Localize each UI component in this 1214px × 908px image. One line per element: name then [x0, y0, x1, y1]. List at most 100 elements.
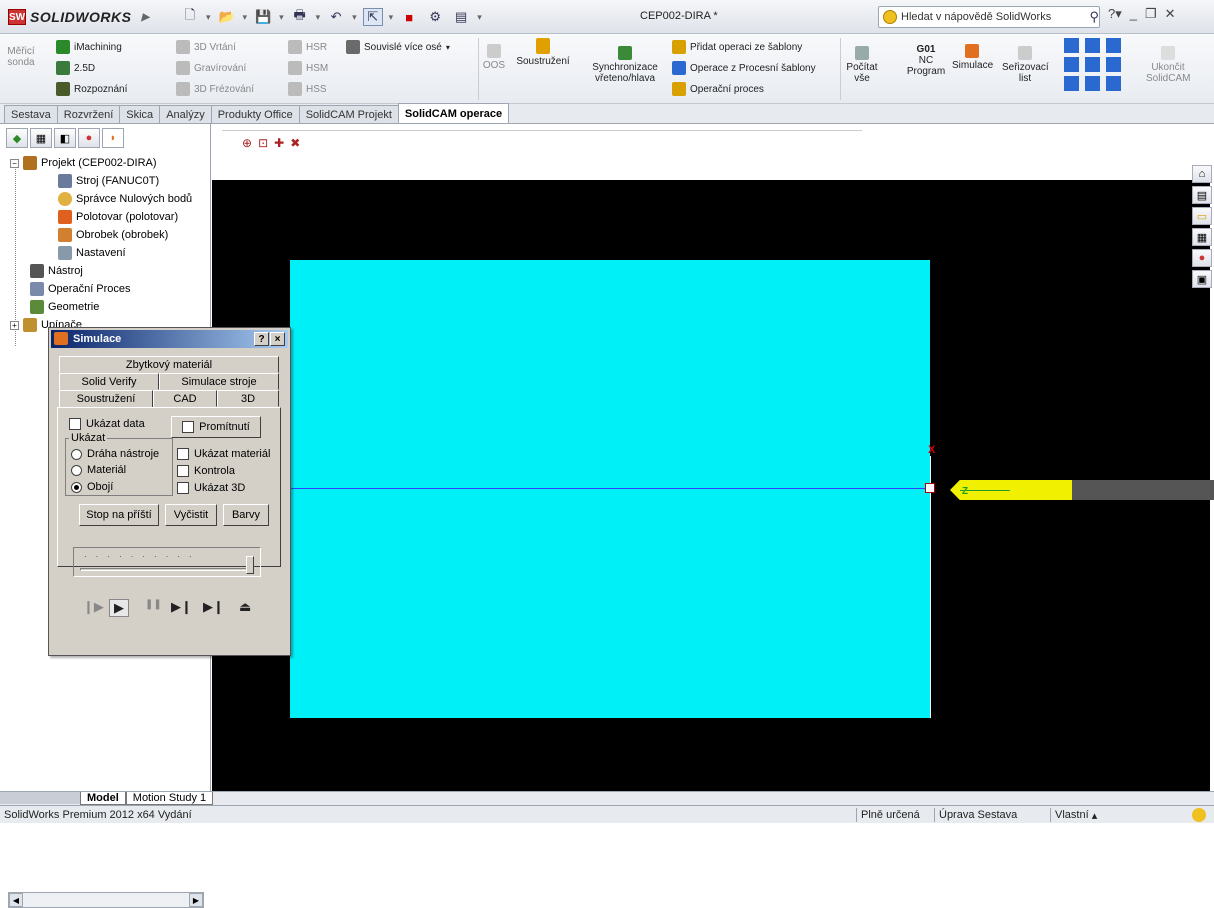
tab-navigation[interactable]	[0, 792, 80, 804]
expand-icon[interactable]: +	[10, 320, 19, 330]
tab-solidcam-operace[interactable]: SolidCAM operace	[397, 103, 510, 123]
ukazat-material-checkbox[interactable]: Ukázat materiál	[177, 448, 270, 460]
new-document-icon[interactable]: 🗋	[180, 7, 200, 26]
hsr-button[interactable]: HSR	[288, 40, 327, 54]
restore-icon[interactable]: ❐	[1145, 6, 1157, 22]
tree-item-stroj[interactable]: Stroj (FANUC0T)	[58, 174, 159, 188]
ukazat-3d-checkbox[interactable]: Ukázat 3D	[177, 482, 245, 494]
tree-item-nastaveni[interactable]: Nastavení	[58, 246, 126, 260]
view-icon[interactable]	[1064, 38, 1079, 53]
tree-item-polotovar[interactable]: Polotovar (polotovar)	[58, 210, 178, 224]
tab-skica[interactable]: Skica	[119, 105, 161, 123]
tab-cad[interactable]: CAD	[153, 390, 217, 407]
design-library-icon[interactable]: ▤	[1192, 186, 1212, 204]
dropdown-icon[interactable]: ▾	[316, 12, 321, 23]
minimize-icon[interactable]: _	[1130, 6, 1137, 22]
tab-3d[interactable]: 3D	[217, 390, 279, 407]
hss-button[interactable]: HSS	[288, 82, 327, 96]
print-icon[interactable]: 🖶	[290, 7, 310, 26]
dialog-title-bar[interactable]: Simulace	[51, 330, 288, 348]
imachining-button[interactable]: iMachining	[56, 40, 122, 54]
dropdown-icon[interactable]: ▾	[243, 12, 248, 23]
dropdown-icon[interactable]: ▾	[477, 12, 482, 23]
ukazat-data-checkbox[interactable]: Ukázat data	[69, 418, 145, 430]
help-search-box[interactable]: Hledat v nápovědě SolidWorks ⚲	[878, 6, 1100, 28]
radio-dot[interactable]	[71, 448, 82, 460]
promitnuti-button[interactable]: Promítnutí	[171, 416, 261, 438]
exit-simulation-icon[interactable]: ⏏	[239, 599, 251, 615]
synchronizace-button[interactable]: Synchronizace vřeteno/hlava	[590, 46, 660, 84]
3d-vrtani-button[interactable]: 3D Vrtání	[176, 40, 236, 54]
tab-solid-verify[interactable]: Solid Verify	[59, 373, 159, 390]
view-icon[interactable]	[1064, 57, 1079, 72]
ukoncit-button[interactable]: Ukončit SolidCAM	[1146, 46, 1190, 84]
tree-item-nastroj[interactable]: Nástroj	[30, 264, 83, 278]
appearances-icon[interactable]: ●	[1192, 249, 1212, 267]
zoom-fit-icon[interactable]: ⊕	[242, 136, 252, 150]
tab-simulace-stroje[interactable]: Simulace stroje	[159, 373, 279, 390]
stop-na-pristi-button[interactable]: Stop na příští	[79, 504, 159, 526]
open-icon[interactable]: 📂	[217, 8, 237, 26]
feature-manager-icon[interactable]: ◆	[6, 128, 28, 148]
soustruzeni-button[interactable]: Soustružení	[516, 38, 570, 67]
solidworks-logo[interactable]: SW SOLIDWORKS ▶	[8, 6, 149, 28]
view-icon[interactable]	[1106, 38, 1121, 53]
checkbox-box[interactable]	[177, 465, 189, 477]
horizontal-scrollbar[interactable]: ◀ ▶	[8, 892, 204, 908]
zoom-in-icon[interactable]: ✚	[274, 136, 284, 150]
pocitat-vse-button[interactable]: Počítat vše	[846, 46, 878, 84]
status-units[interactable]: Vlastní ▴	[1050, 808, 1120, 822]
tab-solidcam-projekt[interactable]: SolidCAM Projekt	[298, 105, 399, 123]
tree-item-spravce[interactable]: Správce Nulových bodů	[58, 192, 192, 206]
save-icon[interactable]: 💾	[253, 8, 273, 26]
dialog-close-button[interactable]: ×	[270, 332, 285, 346]
view-icon[interactable]	[1085, 57, 1100, 72]
rebuild-status-icon[interactable]	[1192, 808, 1206, 822]
scroll-right-icon[interactable]: ▶	[189, 893, 203, 907]
file-explorer-icon[interactable]: ▭	[1192, 207, 1212, 225]
dialog-help-button[interactable]: ?	[254, 332, 269, 346]
rozpoznani-button[interactable]: Rozpoznání	[56, 82, 127, 96]
serizovaci-list-button[interactable]: Seřizovací list	[1002, 46, 1049, 84]
checkbox-box[interactable]	[177, 482, 189, 494]
3d-frezovani-button[interactable]: 3D Frézování	[176, 82, 254, 96]
speed-slider[interactable]: ··········	[73, 547, 261, 577]
zoom-out-icon[interactable]: ✖	[290, 136, 300, 150]
material-radio[interactable]: Materiál	[71, 464, 126, 476]
pridat-operaci-button[interactable]: Přidat operaci ze šablony	[672, 40, 802, 54]
draha-nastroje-radio[interactable]: Dráha nástroje	[71, 448, 159, 460]
checkbox-box[interactable]	[177, 448, 189, 460]
gravirovani-button[interactable]: Gravírování	[176, 61, 246, 75]
play-icon[interactable]: ▶	[109, 599, 129, 617]
tree-item-projekt[interactable]: − Projekt (CEP002-DIRA)	[10, 156, 157, 170]
dropdown-icon[interactable]: ▾	[389, 12, 394, 23]
zoom-window-icon[interactable]: ⊡	[258, 136, 268, 150]
custom-properties-icon[interactable]: ▣	[1192, 270, 1212, 288]
view-icon[interactable]	[1085, 76, 1100, 91]
tree-item-obrobek[interactable]: Obrobek (obrobek)	[58, 228, 168, 242]
customize-icon[interactable]: ▤	[451, 8, 471, 26]
tab-analyzy[interactable]: Analýzy	[159, 105, 212, 123]
view-icon[interactable]	[1085, 38, 1100, 53]
radio-dot[interactable]	[71, 464, 82, 476]
configuration-manager-icon[interactable]: ◧	[54, 128, 76, 148]
tree-item-geometrie[interactable]: Geometrie	[30, 300, 99, 314]
barvy-button[interactable]: Barvy	[223, 504, 269, 526]
tree-item-operacni-proces[interactable]: Operační Proces	[30, 282, 131, 296]
tab-model[interactable]: Model	[80, 792, 126, 805]
operace-sablony-button[interactable]: Operace z Procesní šablony	[672, 61, 816, 75]
view-icon[interactable]	[1064, 76, 1079, 91]
checkbox-box[interactable]	[69, 418, 81, 430]
tab-zbytkovy-material[interactable]: Zbytkový materiál	[59, 356, 279, 373]
pause-icon[interactable]: ❚❚	[145, 599, 162, 610]
view-palette-icon[interactable]: ▦	[1192, 228, 1212, 246]
dropdown-icon[interactable]: ▾	[352, 12, 357, 23]
vycistit-button[interactable]: Vyčistit	[165, 504, 217, 526]
kontrola-checkbox[interactable]: Kontrola	[177, 465, 235, 477]
hsm-button[interactable]: HSM	[288, 61, 328, 75]
souvisle-button[interactable]: Souvislé více osé ▾	[346, 40, 450, 54]
tab-rozvrzeni[interactable]: Rozvržení	[56, 105, 121, 123]
home-icon[interactable]: ⌂	[1192, 165, 1212, 183]
tab-soustruzeni[interactable]: Soustružení	[59, 390, 153, 408]
2-5d-button[interactable]: 2.5D	[56, 61, 95, 75]
